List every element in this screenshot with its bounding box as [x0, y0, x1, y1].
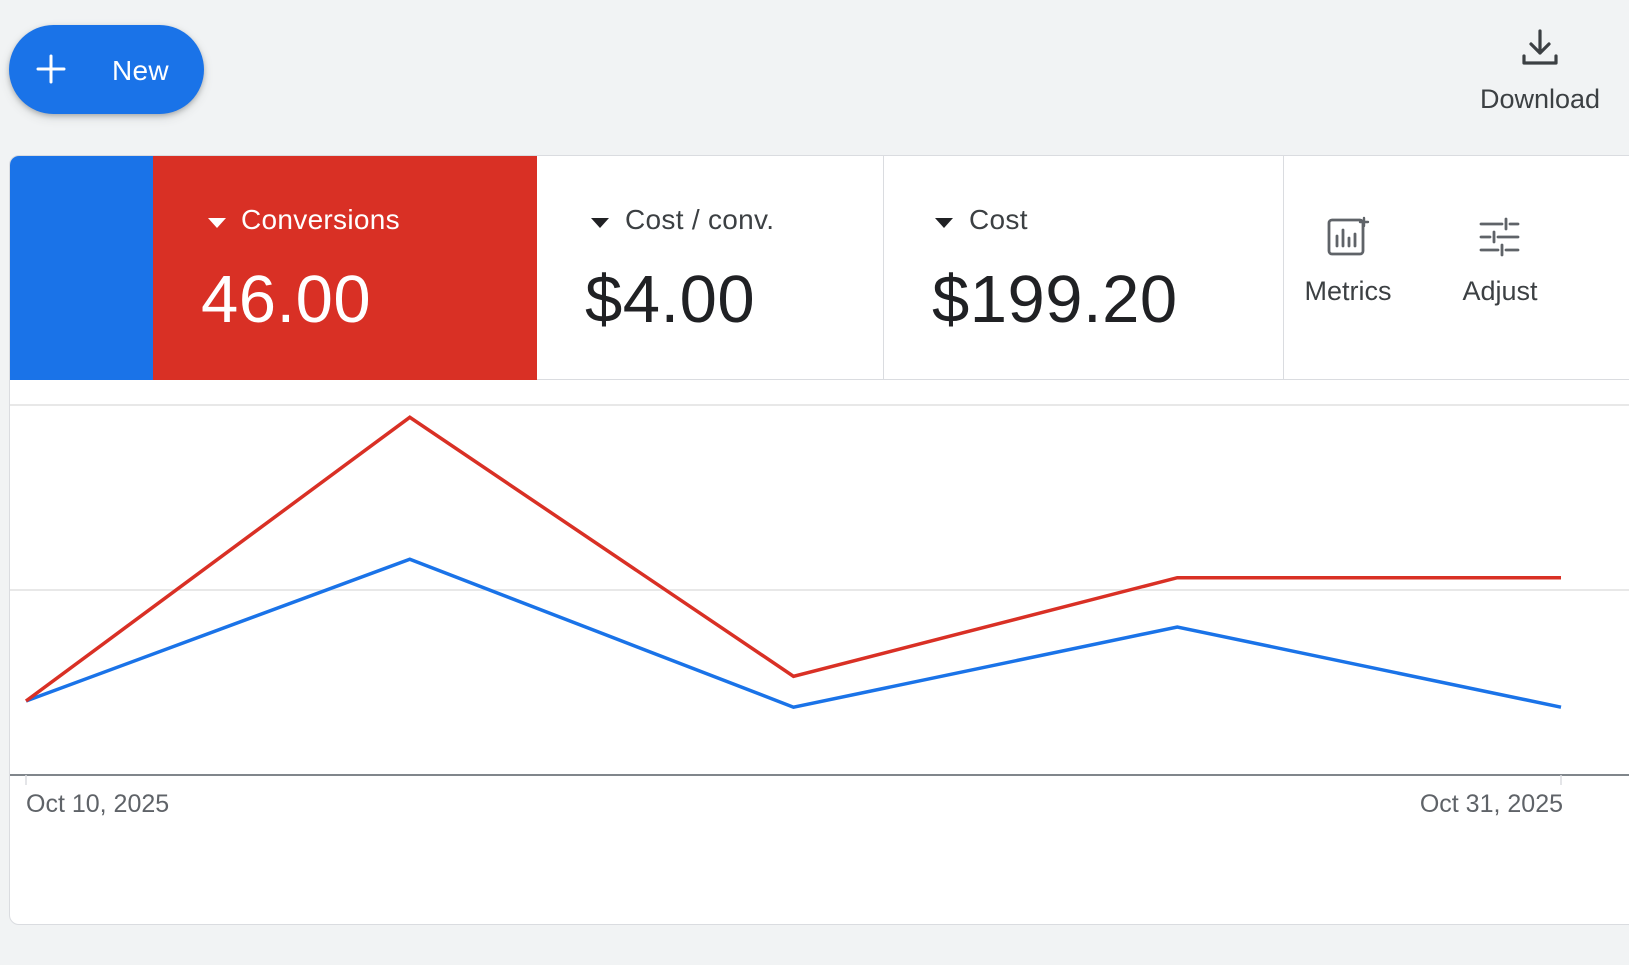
download-icon — [1522, 29, 1558, 65]
line-chart: Oct 10, 2025 Oct 31, 2025 — [10, 381, 1629, 924]
performance-card: Conversions 46.00 Cost / conv. $4.00 Cos… — [9, 155, 1629, 925]
scorecard-cost-per-conv[interactable]: Cost / conv. $4.00 — [537, 156, 884, 380]
metrics-label: Metrics — [1304, 276, 1392, 306]
scorecard-value: $199.20 — [932, 262, 1178, 337]
sliders-icon — [1479, 217, 1520, 257]
dropdown-caret-icon[interactable] — [935, 217, 953, 229]
adjust-button[interactable]: Adjust — [1440, 216, 1560, 326]
plus-icon — [36, 54, 66, 84]
series-line-1[interactable] — [25, 557, 1562, 710]
scorecard-value: 46.00 — [201, 262, 372, 337]
chart-plot — [10, 404, 1629, 785]
x-axis-start-label: Oct 10, 2025 — [26, 790, 170, 818]
metrics-icon — [1327, 216, 1370, 256]
new-button[interactable]: New — [9, 25, 204, 114]
scorecard-cost[interactable]: Cost $199.20 — [884, 156, 1284, 380]
dropdown-caret-icon[interactable] — [591, 217, 609, 229]
scorecard-value: $4.00 — [585, 262, 756, 337]
scorecard-name: Cost / conv. — [625, 204, 775, 235]
scorecard-name: Conversions — [241, 204, 400, 235]
metrics-button[interactable]: Metrics — [1288, 216, 1408, 326]
report-page: New Download Conversions 46.00 Cost / co… — [0, 0, 1629, 965]
download-label: Download — [1479, 84, 1601, 114]
series-color-tile[interactable] — [10, 156, 153, 380]
x-axis-end-label: Oct 31, 2025 — [1419, 790, 1563, 818]
dropdown-caret-icon[interactable] — [208, 217, 226, 229]
adjust-label: Adjust — [1462, 276, 1538, 306]
scorecard-name: Cost — [969, 204, 1028, 235]
scorecard-row: Conversions 46.00 Cost / conv. $4.00 Cos… — [10, 156, 1629, 380]
new-button-label: New — [112, 55, 169, 86]
scorecard-conversions[interactable]: Conversions 46.00 — [153, 156, 537, 380]
download-button[interactable]: Download — [1465, 28, 1615, 118]
